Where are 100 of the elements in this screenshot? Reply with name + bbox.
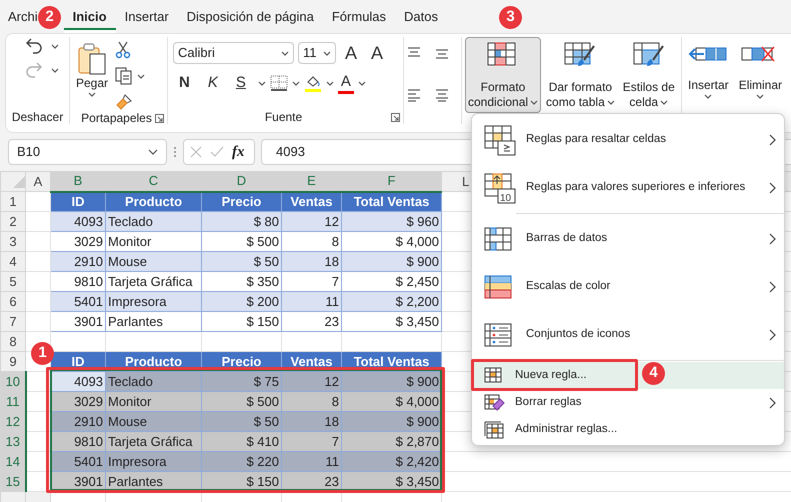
table-cell[interactable]: 18 [282, 252, 342, 272]
table-cell[interactable]: $ 900 [342, 252, 442, 272]
column-header[interactable]: A [26, 172, 50, 192]
row-header[interactable]: 2 [0, 212, 26, 232]
increase-font-button[interactable]: A [340, 42, 362, 64]
row-header[interactable]: 8 [0, 332, 26, 352]
row-header[interactable]: 9 [0, 352, 26, 372]
row-header[interactable]: 14 [0, 452, 26, 472]
table-cell[interactable]: $ 2,200 [342, 292, 442, 312]
table-cell[interactable]: 5401 [50, 292, 106, 312]
menu-item[interactable]: 10 Reglas para valores superiores e inferiores [472, 164, 784, 212]
column-header[interactable]: B [50, 172, 106, 192]
copy-icon[interactable] [115, 67, 134, 85]
table-cell[interactable]: 18 [282, 412, 342, 432]
table-cell[interactable]: $ 350 [202, 272, 282, 292]
table-cell[interactable]: $ 3,450 [342, 312, 442, 332]
align-left-icon[interactable] [407, 88, 421, 102]
caret-icon[interactable] [258, 80, 266, 86]
table-cell[interactable]: 7 [282, 432, 342, 452]
row-header[interactable]: 5 [0, 272, 26, 292]
dialog-launcher-icon[interactable] [391, 113, 400, 122]
table-cell[interactable]: Impresora [106, 292, 202, 312]
table-cell[interactable]: $ 410 [202, 432, 282, 452]
table-cell[interactable]: 8 [282, 232, 342, 252]
table-cell[interactable]: $ 4,000 [342, 232, 442, 252]
brush-icon[interactable] [115, 93, 134, 111]
underline-button[interactable]: S [230, 72, 254, 94]
table-cell[interactable]: Mouse [106, 412, 202, 432]
decrease-font-button[interactable]: A [366, 42, 388, 64]
insert-function-button[interactable]: fx [232, 140, 244, 164]
ribbon-tab[interactable]: Archi [0, 0, 38, 33]
table-cell[interactable]: 9810 [50, 272, 106, 292]
row-header[interactable]: 4 [0, 252, 26, 272]
insert-button[interactable]: Insertar [685, 37, 732, 113]
table-cell[interactable]: $ 75 [202, 372, 282, 392]
table-cell[interactable]: 2910 [50, 412, 106, 432]
table-cell[interactable]: $ 2,870 [342, 432, 442, 452]
row-header[interactable]: 6 [0, 292, 26, 312]
table-cell[interactable]: Impresora [106, 452, 202, 472]
menu-item[interactable]: Escalas de color [472, 263, 784, 311]
table-cell[interactable]: $ 80 [202, 212, 282, 232]
table-cell[interactable]: $ 220 [202, 452, 282, 472]
delete-button[interactable]: Eliminar [736, 37, 786, 113]
table-cell[interactable]: $ 900 [342, 372, 442, 392]
table-cell[interactable]: Teclado [106, 372, 202, 392]
column-header[interactable]: F [342, 172, 442, 192]
row-header[interactable]: 10 [0, 372, 26, 392]
font-name-field[interactable]: Calibri [173, 42, 294, 64]
table-cell[interactable]: 4093 [50, 372, 106, 392]
table-cell[interactable]: 9810 [50, 432, 106, 452]
table-cell[interactable]: Tarjeta Gráfica [106, 432, 202, 452]
table-cell[interactable]: 8 [282, 392, 342, 412]
table-cell[interactable]: 3029 [50, 392, 106, 412]
caret-icon[interactable] [51, 66, 59, 74]
table-cell[interactable]: Teclado [106, 212, 202, 232]
check-icon[interactable] [210, 146, 224, 158]
italic-button[interactable]: K [202, 72, 226, 94]
ribbon-tab[interactable]: Inicio [64, 0, 116, 33]
table-cell[interactable]: $ 4,000 [342, 392, 442, 412]
table-cell[interactable]: $ 2,420 [342, 452, 442, 472]
table-cell[interactable]: $ 500 [202, 232, 282, 252]
menu-item[interactable]: Administrar reglas... [472, 416, 784, 443]
row-header[interactable]: 11 [0, 392, 26, 412]
format-as-table-button[interactable]: Dar formato como tabla [543, 37, 618, 113]
table-cell[interactable]: 12 [282, 212, 342, 232]
row-header[interactable]: 13 [0, 432, 26, 452]
table-cell[interactable]: 3029 [50, 232, 106, 252]
font-size-field[interactable]: 11 [298, 42, 336, 64]
row-header[interactable]: 15 [0, 472, 26, 492]
table-cell[interactable]: Tarjeta Gráfica [106, 272, 202, 292]
table-cell[interactable]: 3901 [50, 312, 106, 332]
table-cell[interactable]: $ 50 [202, 252, 282, 272]
table-cell[interactable]: 4093 [50, 212, 106, 232]
align-middle-icon[interactable] [434, 47, 448, 60]
table-cell[interactable]: 12 [282, 372, 342, 392]
caret-icon[interactable] [326, 80, 334, 86]
table-cell[interactable]: 11 [282, 452, 342, 472]
table-cell[interactable]: $ 150 [202, 312, 282, 332]
table-cell[interactable]: 2910 [50, 252, 106, 272]
align-center-icon[interactable] [434, 88, 448, 102]
caret-icon[interactable] [137, 72, 146, 80]
caret-icon[interactable] [358, 80, 366, 86]
caret-icon[interactable] [292, 80, 300, 86]
table-cell[interactable]: Parlantes [106, 312, 202, 332]
table-cell[interactable]: 11 [282, 292, 342, 312]
column-header[interactable]: C [106, 172, 202, 192]
undo-icon[interactable] [25, 37, 43, 55]
ribbon-tab[interactable]: Insertar [116, 0, 178, 33]
table-cell[interactable]: $ 200 [202, 292, 282, 312]
table-cell[interactable]: 23 [282, 312, 342, 332]
conditional-format-button[interactable]: Formato condicional [465, 37, 542, 113]
table-cell[interactable]: Monitor [106, 232, 202, 252]
ribbon-tab[interactable]: Fórmulas [322, 0, 396, 33]
menu-item[interactable]: Reglas para resaltar celdas [472, 116, 784, 164]
table-cell[interactable]: $ 960 [342, 212, 442, 232]
bold-button[interactable]: N [173, 72, 198, 94]
table-cell[interactable]: 5401 [50, 452, 106, 472]
fill-color-icon[interactable] [304, 74, 322, 92]
table-cell[interactable]: Monitor [106, 392, 202, 412]
ribbon-tab[interactable]: Disposición de página [178, 0, 323, 33]
